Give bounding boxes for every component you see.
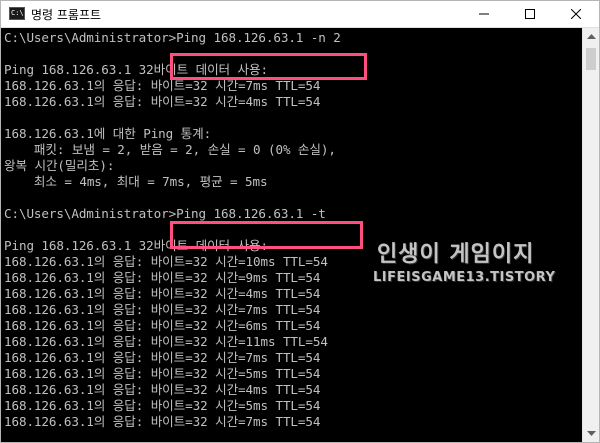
minimize-icon	[479, 13, 489, 15]
command-prompt-window: C:\ 명령 프롬프트 C:\Users\Administrator>Ping …	[0, 0, 600, 443]
watermark-subtitle: LIFEISGAME13.TISTORY	[373, 270, 556, 285]
minimize-button[interactable]	[461, 1, 507, 27]
console-line: 최소 = 4ms, 최대 = 7ms, 평균 = 5ms	[4, 174, 268, 189]
console-line: 168.126.63.1의 응답: 바이트=32 시간=9ms TTL=54	[4, 270, 321, 285]
vertical-scrollbar[interactable]	[582, 28, 599, 442]
console-line: 168.126.63.1의 응답: 바이트=32 시간=11ms TTL=54	[4, 334, 328, 349]
maximize-button[interactable]	[507, 1, 553, 27]
console-line: C:\Users\Administrator>Ping 168.126.63.1…	[4, 30, 341, 45]
close-icon	[571, 9, 581, 19]
window-title: 명령 프롬프트	[31, 8, 102, 22]
console-line: 168.126.63.1의 응답: 바이트=32 시간=7ms TTL=54	[4, 350, 321, 365]
console-line: 168.126.63.1의 응답: 바이트=32 시간=5ms TTL=54	[4, 398, 321, 413]
watermark-title: 인생이 게임이지	[377, 242, 535, 267]
console-line: 168.126.63.1의 응답: 바이트=32 시간=4ms TTL=54	[4, 94, 321, 109]
console-line: 168.126.63.1의 응답: 바이트=32 시간=7ms TTL=54	[4, 78, 321, 93]
console-line: 168.126.63.1의 응답: 바이트=32 시간=4ms TTL=54	[4, 286, 321, 301]
maximize-icon	[525, 9, 535, 19]
console-line: 168.126.63.1의 응답: 바이트=32 시간=6ms TTL=54	[4, 318, 321, 333]
console-line: 168.126.63.1의 응답: 바이트=32 시간=5ms TTL=54	[4, 366, 321, 381]
scroll-up-button[interactable]	[583, 28, 600, 45]
title-bar[interactable]: C:\ 명령 프롬프트	[1, 1, 599, 28]
console-line: 168.126.63.1에 대한 Ping 통계:	[4, 126, 212, 141]
console-line: 패킷: 보냄 = 2, 받음 = 2, 손실 = 0 (0% 손실),	[4, 142, 336, 157]
scroll-up-arrow-icon	[587, 33, 596, 39]
close-button[interactable]	[553, 1, 599, 27]
highlight-box-command-n2	[170, 53, 367, 80]
cmd-app-icon[interactable]: C:\	[9, 7, 25, 20]
scroll-down-button[interactable]	[583, 425, 600, 442]
console-output[interactable]: C:\Users\Administrator>Ping 168.126.63.1…	[1, 28, 582, 442]
console-line: 168.126.63.1의 응답: 바이트=32 시간=7ms TTL=54	[4, 414, 321, 429]
console-line: C:\Users\Administrator>Ping 168.126.63.1…	[4, 206, 326, 221]
scroll-down-arrow-icon	[587, 430, 596, 436]
console-line: 168.126.63.1의 응답: 바이트=32 시간=10ms TTL=54	[4, 254, 328, 269]
console-line: 168.126.63.1의 응답: 바이트=32 시간=4ms TTL=54	[4, 382, 321, 397]
console-line: 왕복 시간(밀리초):	[4, 158, 115, 173]
scrollbar-thumb[interactable]	[586, 48, 596, 70]
highlight-box-command-t	[170, 221, 363, 249]
console-line: 168.126.63.1의 응답: 바이트=32 시간=7ms TTL=54	[4, 302, 321, 317]
